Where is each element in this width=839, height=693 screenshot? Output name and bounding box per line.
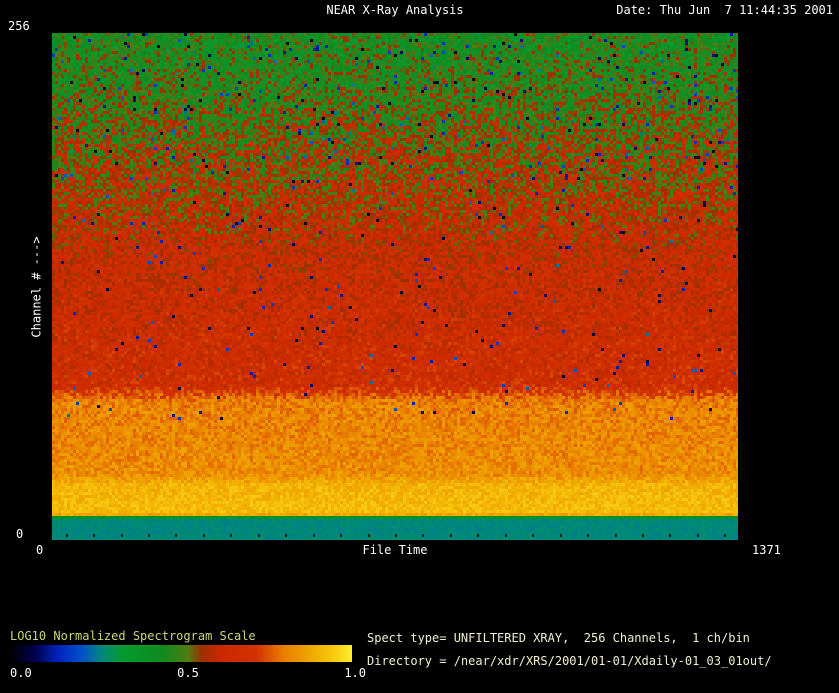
spect-type-label: Spect type= UNFILTERED XRAY, 256 Channel… [367,631,750,645]
date-label: Date: Thu Jun 7 11:44:35 2001 [616,3,833,17]
y-axis-min-label: 0 [16,527,24,541]
colorbar-gradient [10,645,352,662]
y-axis-max-label: 256 [8,19,30,33]
y-axis-title-text: Channel # ---> [30,235,44,338]
x-axis-title: File Time [362,543,428,557]
directory-label: Directory = /near/xdr/XRS/2001/01-01/Xda… [367,654,772,668]
colorbar-ticks: 0.0 0.5 1.0 [10,666,366,680]
colorbar-tick-mid: 0.5 [177,666,199,680]
colorbar-tick-min: 0.0 [10,666,32,680]
x-axis-max-label: 1371 [752,543,781,557]
x-axis-min-label: 0 [36,543,44,557]
colorbar-tick-max: 1.0 [344,666,366,680]
y-axis-title: Channel # ---> [28,33,46,540]
spectrogram-canvas [52,33,738,540]
colorbar-title: LOG10 Normalized Spectrogram Scale [10,629,256,643]
